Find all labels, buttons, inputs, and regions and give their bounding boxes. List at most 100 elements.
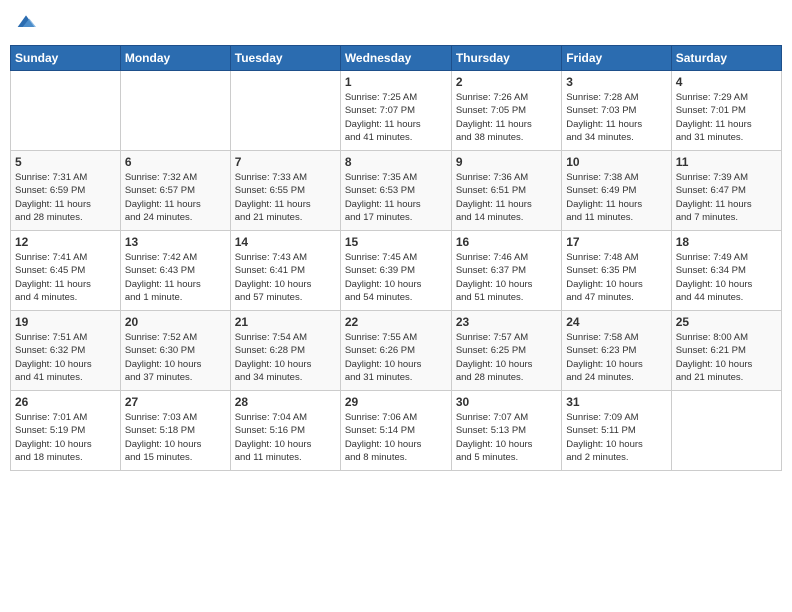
day-info: Sunrise: 7:52 AM Sunset: 6:30 PM Dayligh… [125,331,226,384]
calendar-cell: 14 Sunrise: 7:43 AM Sunset: 6:41 PM Dayli… [230,231,340,311]
day-info: Sunrise: 7:43 AM Sunset: 6:41 PM Dayligh… [235,251,336,304]
day-info: Sunrise: 8:00 AM Sunset: 6:21 PM Dayligh… [676,331,777,384]
day-number: 30 [456,395,557,409]
calendar-cell: 9 Sunrise: 7:36 AM Sunset: 6:51 PM Daylig… [451,151,561,231]
day-number: 6 [125,155,226,169]
calendar-cell: 23 Sunrise: 7:57 AM Sunset: 6:25 PM Dayli… [451,311,561,391]
calendar-cell: 27 Sunrise: 7:03 AM Sunset: 5:18 PM Dayli… [120,391,230,471]
day-info: Sunrise: 7:54 AM Sunset: 6:28 PM Dayligh… [235,331,336,384]
day-info: Sunrise: 7:31 AM Sunset: 6:59 PM Dayligh… [15,171,116,224]
day-info: Sunrise: 7:07 AM Sunset: 5:13 PM Dayligh… [456,411,557,464]
calendar-cell: 17 Sunrise: 7:48 AM Sunset: 6:35 PM Dayli… [562,231,671,311]
calendar-cell: 16 Sunrise: 7:46 AM Sunset: 6:37 PM Dayli… [451,231,561,311]
day-number: 22 [345,315,447,329]
calendar-week-1: 1 Sunrise: 7:25 AM Sunset: 7:07 PM Daylig… [11,71,782,151]
day-info: Sunrise: 7:57 AM Sunset: 6:25 PM Dayligh… [456,331,557,384]
calendar-cell: 18 Sunrise: 7:49 AM Sunset: 6:34 PM Dayli… [671,231,781,311]
day-number: 19 [15,315,116,329]
calendar-cell: 24 Sunrise: 7:58 AM Sunset: 6:23 PM Dayli… [562,311,671,391]
calendar-cell: 12 Sunrise: 7:41 AM Sunset: 6:45 PM Dayli… [11,231,121,311]
calendar-cell: 26 Sunrise: 7:01 AM Sunset: 5:19 PM Dayli… [11,391,121,471]
day-number: 28 [235,395,336,409]
calendar-cell: 22 Sunrise: 7:55 AM Sunset: 6:26 PM Dayli… [340,311,451,391]
day-number: 29 [345,395,447,409]
calendar-cell: 28Sunrise: 7:04 AM Sunset: 5:16 PM Dayli… [230,391,340,471]
day-number: 31 [566,395,666,409]
day-info: Sunrise: 7:48 AM Sunset: 6:35 PM Dayligh… [566,251,666,304]
calendar-cell: 7 Sunrise: 7:33 AM Sunset: 6:55 PM Daylig… [230,151,340,231]
day-number: 18 [676,235,777,249]
calendar-cell: 30 Sunrise: 7:07 AM Sunset: 5:13 PM Dayli… [451,391,561,471]
calendar-cell: 1 Sunrise: 7:25 AM Sunset: 7:07 PM Daylig… [340,71,451,151]
day-info: Sunrise: 7:51 AM Sunset: 6:32 PM Dayligh… [15,331,116,384]
calendar-cell: 3 Sunrise: 7:28 AM Sunset: 7:03 PM Daylig… [562,71,671,151]
calendar-cell: 21 Sunrise: 7:54 AM Sunset: 6:28 PM Dayli… [230,311,340,391]
day-number: 13 [125,235,226,249]
weekday-header-thursday: Thursday [451,46,561,71]
day-info: Sunrise: 7:58 AM Sunset: 6:23 PM Dayligh… [566,331,666,384]
logo-icon [16,12,36,32]
calendar-cell: 25 Sunrise: 8:00 AM Sunset: 6:21 PM Dayli… [671,311,781,391]
day-info: Sunrise: 7:45 AM Sunset: 6:39 PM Dayligh… [345,251,447,304]
weekday-header-row: SundayMondayTuesdayWednesdayThursdayFrid… [11,46,782,71]
day-number: 2 [456,75,557,89]
day-number: 1 [345,75,447,89]
day-info: Sunrise: 7:41 AM Sunset: 6:45 PM Dayligh… [15,251,116,304]
day-number: 5 [15,155,116,169]
day-number: 7 [235,155,336,169]
day-info: Sunrise: 7:28 AM Sunset: 7:03 PM Dayligh… [566,91,666,144]
weekday-header-tuesday: Tuesday [230,46,340,71]
day-info: Sunrise: 7:03 AM Sunset: 5:18 PM Dayligh… [125,411,226,464]
calendar-week-4: 19 Sunrise: 7:51 AM Sunset: 6:32 PM Dayli… [11,311,782,391]
calendar-cell: 29 Sunrise: 7:06 AM Sunset: 5:14 PM Dayli… [340,391,451,471]
day-number: 14 [235,235,336,249]
calendar-cell [671,391,781,471]
calendar-cell: 13Sunrise: 7:42 AM Sunset: 6:43 PM Dayli… [120,231,230,311]
weekday-header-wednesday: Wednesday [340,46,451,71]
day-info: Sunrise: 7:06 AM Sunset: 5:14 PM Dayligh… [345,411,447,464]
day-number: 23 [456,315,557,329]
day-info: Sunrise: 7:46 AM Sunset: 6:37 PM Dayligh… [456,251,557,304]
page-header [10,10,782,37]
day-info: Sunrise: 7:49 AM Sunset: 6:34 PM Dayligh… [676,251,777,304]
weekday-header-monday: Monday [120,46,230,71]
day-number: 17 [566,235,666,249]
calendar-cell: 11 Sunrise: 7:39 AM Sunset: 6:47 PM Dayli… [671,151,781,231]
day-info: Sunrise: 7:35 AM Sunset: 6:53 PM Dayligh… [345,171,447,224]
calendar-table: SundayMondayTuesdayWednesdayThursdayFrid… [10,45,782,471]
day-info: Sunrise: 7:09 AM Sunset: 5:11 PM Dayligh… [566,411,666,464]
calendar-week-5: 26 Sunrise: 7:01 AM Sunset: 5:19 PM Dayli… [11,391,782,471]
day-info: Sunrise: 7:25 AM Sunset: 7:07 PM Dayligh… [345,91,447,144]
day-number: 3 [566,75,666,89]
calendar-cell: 2Sunrise: 7:26 AM Sunset: 7:05 PM Daylig… [451,71,561,151]
day-number: 25 [676,315,777,329]
day-info: Sunrise: 7:01 AM Sunset: 5:19 PM Dayligh… [15,411,116,464]
day-info: Sunrise: 7:36 AM Sunset: 6:51 PM Dayligh… [456,171,557,224]
weekday-header-sunday: Sunday [11,46,121,71]
day-number: 9 [456,155,557,169]
day-number: 26 [15,395,116,409]
day-info: Sunrise: 7:38 AM Sunset: 6:49 PM Dayligh… [566,171,666,224]
day-number: 11 [676,155,777,169]
day-number: 8 [345,155,447,169]
day-number: 27 [125,395,226,409]
day-number: 21 [235,315,336,329]
calendar-cell: 31 Sunrise: 7:09 AM Sunset: 5:11 PM Dayli… [562,391,671,471]
day-number: 20 [125,315,226,329]
day-number: 15 [345,235,447,249]
calendar-cell: 20 Sunrise: 7:52 AM Sunset: 6:30 PM Dayli… [120,311,230,391]
calendar-week-2: 5 Sunrise: 7:31 AM Sunset: 6:59 PM Daylig… [11,151,782,231]
day-info: Sunrise: 7:29 AM Sunset: 7:01 PM Dayligh… [676,91,777,144]
day-info: Sunrise: 7:55 AM Sunset: 6:26 PM Dayligh… [345,331,447,384]
day-number: 12 [15,235,116,249]
calendar-week-3: 12 Sunrise: 7:41 AM Sunset: 6:45 PM Dayli… [11,231,782,311]
day-number: 24 [566,315,666,329]
calendar-cell: 6 Sunrise: 7:32 AM Sunset: 6:57 PM Daylig… [120,151,230,231]
calendar-cell [120,71,230,151]
day-info: Sunrise: 7:32 AM Sunset: 6:57 PM Dayligh… [125,171,226,224]
day-number: 16 [456,235,557,249]
day-number: 10 [566,155,666,169]
day-info: Sunrise: 7:33 AM Sunset: 6:55 PM Dayligh… [235,171,336,224]
day-info: Sunrise: 7:39 AM Sunset: 6:47 PM Dayligh… [676,171,777,224]
logo [14,16,36,37]
